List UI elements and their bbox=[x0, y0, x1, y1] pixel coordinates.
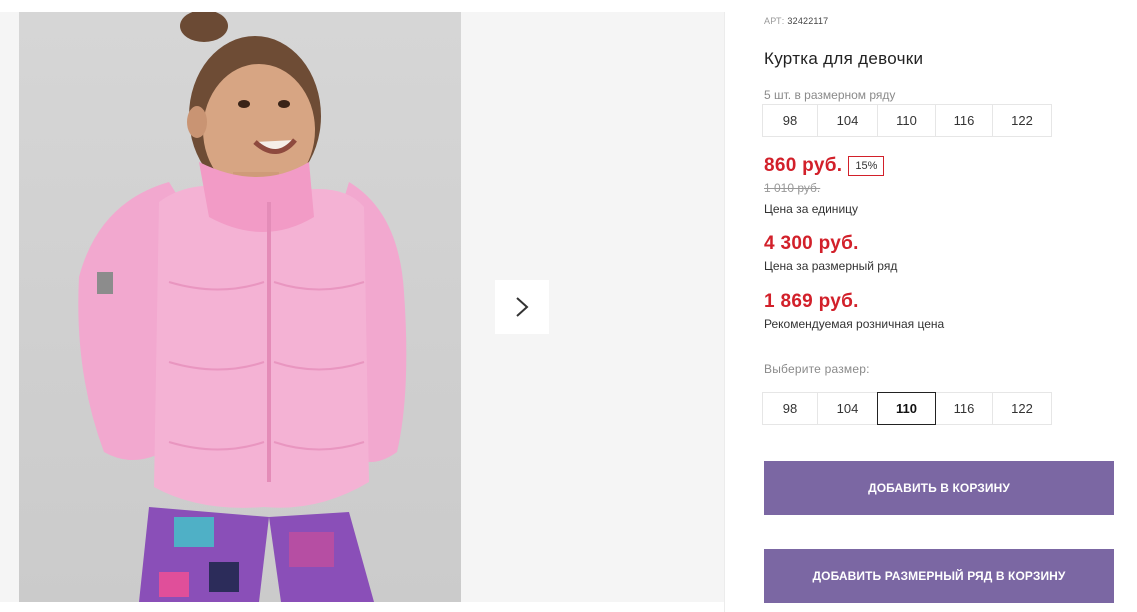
size-option-122[interactable]: 122 bbox=[992, 392, 1052, 425]
panel-divider bbox=[724, 12, 725, 612]
size-option-116[interactable]: 116 bbox=[935, 392, 993, 425]
pack-size-cell: 110 bbox=[877, 104, 936, 137]
gallery-next-button[interactable] bbox=[495, 280, 549, 334]
article-number: АРТ: 32422117 bbox=[764, 16, 828, 26]
pack-size-cell: 104 bbox=[817, 104, 878, 137]
product-info-panel: АРТ: 32422117 Куртка для девочки 5 шт. в … bbox=[762, 0, 1124, 612]
size-selector: 98 104 110 116 122 bbox=[762, 392, 1052, 425]
pack-size-grid: 98 104 110 116 122 bbox=[762, 104, 1052, 137]
pack-size-cell: 122 bbox=[992, 104, 1052, 137]
rrp-price-caption: Рекомендуемая розничная цена bbox=[764, 317, 945, 331]
add-size-row-to-cart-button[interactable]: Добавить размерный ряд в корзину bbox=[764, 549, 1114, 603]
discount-badge: 15% bbox=[848, 156, 885, 176]
row-price-caption: Цена за размерный ряд bbox=[764, 259, 898, 273]
pack-size-cell: 98 bbox=[762, 104, 818, 137]
unit-price: 860 руб. bbox=[764, 155, 843, 176]
product-gallery bbox=[0, 12, 724, 602]
chevron-right-icon bbox=[516, 297, 529, 317]
add-to-cart-button[interactable]: Добавить в корзину bbox=[764, 461, 1114, 515]
row-price: 4 300 руб. bbox=[764, 233, 859, 254]
unit-price-row: 860 руб. 15% bbox=[764, 155, 885, 177]
pack-size-cell: 116 bbox=[935, 104, 993, 137]
size-option-98[interactable]: 98 bbox=[762, 392, 818, 425]
product-photo bbox=[19, 12, 461, 602]
rrp-price: 1 869 руб. bbox=[764, 291, 859, 312]
pack-info: 5 шт. в размерном ряду bbox=[764, 88, 896, 102]
product-title: Куртка для девочки bbox=[764, 49, 924, 68]
article-value: 32422117 bbox=[787, 16, 829, 26]
size-select-label: Выберите размер: bbox=[764, 362, 870, 376]
size-option-110-selected[interactable]: 110 bbox=[877, 392, 936, 425]
size-option-104[interactable]: 104 bbox=[817, 392, 878, 425]
old-price: 1 010 руб. bbox=[764, 181, 821, 195]
article-label: АРТ: bbox=[764, 16, 785, 26]
product-photo-illustration bbox=[78, 12, 407, 602]
unit-price-caption: Цена за единицу bbox=[764, 202, 859, 216]
